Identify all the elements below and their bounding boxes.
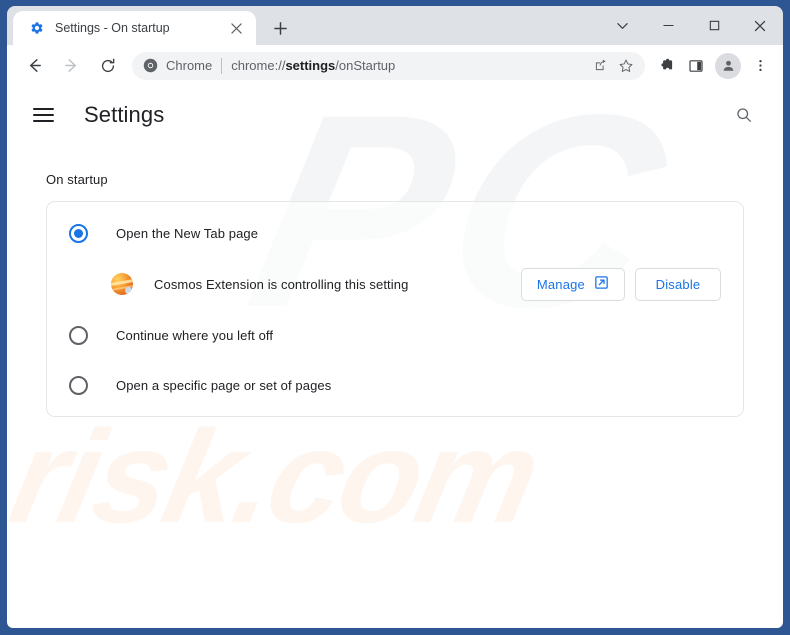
radio-label: Continue where you left off — [116, 327, 274, 343]
tab-title: Settings - On startup — [55, 21, 170, 35]
radio-option-continue-where-left-off[interactable]: Continue where you left off — [47, 310, 743, 360]
planet-icon — [111, 273, 133, 295]
window-controls — [599, 6, 783, 45]
reload-icon[interactable] — [93, 51, 123, 81]
chevron-down-icon[interactable] — [599, 8, 645, 44]
three-dot-menu-icon[interactable] — [745, 51, 775, 81]
maximize-icon[interactable] — [691, 8, 737, 44]
radio-option-new-tab-page[interactable]: Open the New Tab page — [47, 208, 743, 258]
section-title: On startup — [46, 172, 108, 187]
manage-button-label: Manage — [536, 276, 585, 292]
extension-actions: Manage Disable — [520, 267, 721, 301]
avatar[interactable] — [715, 52, 741, 79]
omnibox-scheme-label: Chrome — [166, 58, 213, 73]
settings-header: Settings — [7, 86, 783, 144]
browser-toolbar: Chrome chrome://settings/onStartup — [7, 45, 783, 86]
arrow-left-icon[interactable] — [19, 51, 49, 81]
url-path: /onStartup — [335, 58, 396, 73]
tab-strip: Settings - On startup — [7, 6, 783, 45]
open-in-new-icon — [594, 275, 609, 293]
radio-button[interactable] — [69, 325, 88, 345]
settings-page: PC risk.com Settings On startup Open the… — [7, 86, 783, 628]
share-icon[interactable] — [587, 53, 613, 79]
page-title: Settings — [84, 102, 165, 127]
close-icon[interactable] — [226, 18, 246, 38]
gear-icon — [29, 20, 45, 36]
url-host: settings — [285, 58, 336, 73]
extension-notice-row: Cosmos Extension is controlling this set… — [47, 258, 743, 310]
hamburger-menu-icon[interactable] — [33, 102, 59, 128]
radio-button[interactable] — [69, 375, 88, 395]
search-icon[interactable] — [727, 98, 761, 132]
watermark-risk: risk.com — [7, 403, 550, 550]
chrome-logo-icon — [142, 58, 158, 74]
omnibox-divider — [221, 57, 223, 74]
arrow-right-icon — [56, 51, 86, 81]
extension-notice-text: Cosmos Extension is controlling this set… — [154, 276, 409, 292]
puzzle-piece-icon[interactable] — [651, 51, 681, 81]
tab-settings[interactable]: Settings - On startup — [13, 11, 256, 45]
new-tab-button[interactable] — [266, 14, 294, 42]
radio-option-specific-pages[interactable]: Open a specific page or set of pages — [47, 360, 743, 410]
manage-button[interactable]: Manage — [520, 267, 625, 301]
startup-options-card: Open the New Tab page Cosmos Extension i… — [46, 201, 744, 417]
disable-button-label: Disable — [655, 276, 701, 292]
star-icon[interactable] — [613, 53, 639, 79]
url-prefix: chrome:// — [231, 58, 286, 73]
side-panel-icon[interactable] — [681, 51, 711, 81]
radio-label: Open a specific page or set of pages — [116, 377, 332, 393]
omnibox-url-text: chrome://settings/onStartup — [231, 58, 587, 73]
minimize-icon[interactable] — [645, 8, 691, 44]
radio-button[interactable] — [69, 223, 88, 243]
address-bar[interactable]: Chrome chrome://settings/onStartup — [132, 51, 645, 80]
disable-button[interactable]: Disable — [635, 267, 721, 301]
browser-window: Settings - On startup Chrome chrome://se… — [0, 0, 790, 635]
window-close-icon[interactable] — [737, 8, 783, 44]
radio-label: Open the New Tab page — [116, 225, 259, 241]
